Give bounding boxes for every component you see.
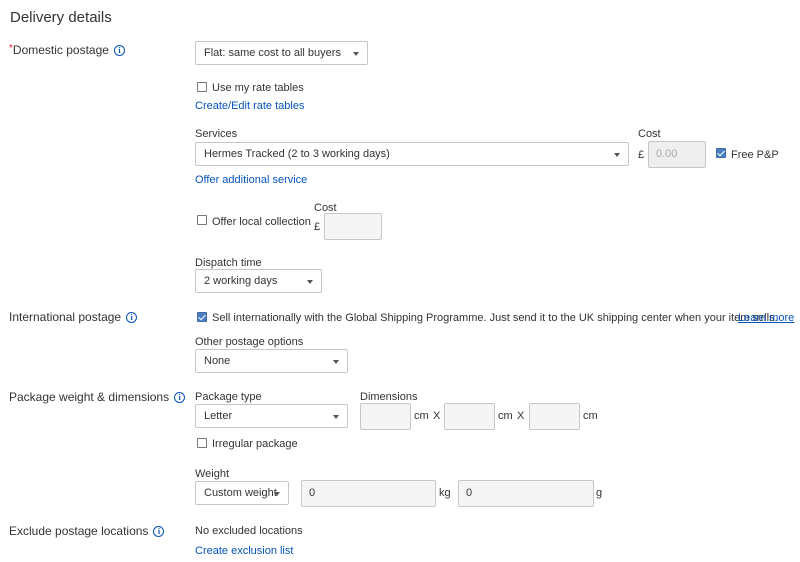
postage-type-select[interactable]: Flat: same cost to all buyers bbox=[195, 41, 368, 65]
unit-kg-label: kg bbox=[439, 487, 451, 499]
info-icon[interactable]: i bbox=[113, 45, 125, 56]
package-type-select[interactable]: Letter bbox=[195, 404, 348, 428]
dispatch-time-label: Dispatch time bbox=[195, 257, 262, 269]
use-rate-tables-label: Use my rate tables bbox=[212, 82, 304, 94]
currency-symbol: £ bbox=[638, 149, 645, 161]
other-postage-options-select[interactable]: None bbox=[195, 349, 348, 373]
unit-cm-label: cm bbox=[414, 410, 429, 422]
other-postage-options-label: Other postage options bbox=[195, 336, 304, 348]
create-exclusion-list-link[interactable]: Create exclusion list bbox=[195, 545, 293, 557]
local-cost-input[interactable] bbox=[324, 213, 382, 240]
unit-g-label: g bbox=[596, 487, 603, 499]
weight-type-value: Custom weight bbox=[204, 487, 277, 499]
global-shipping-text: Sell internationally with the Global Shi… bbox=[212, 312, 778, 324]
weight-type-select[interactable]: Custom weight bbox=[195, 481, 289, 505]
package-weight-dimensions-label: Package weight & dimensions i bbox=[9, 390, 186, 404]
chevron-down-icon bbox=[333, 360, 339, 364]
exclude-postage-locations-label: Exclude postage locations i bbox=[9, 524, 165, 538]
unit-cm-label: cm bbox=[498, 410, 513, 422]
chevron-down-icon bbox=[307, 280, 313, 284]
dimension-height-input[interactable] bbox=[529, 403, 580, 430]
dimensions-label: Dimensions bbox=[360, 391, 418, 403]
chevron-down-icon bbox=[614, 153, 620, 157]
local-collection-label: Offer local collection bbox=[212, 216, 311, 228]
excluded-locations-status: No excluded locations bbox=[195, 525, 303, 537]
local-currency-symbol: £ bbox=[314, 221, 321, 233]
irregular-package-label: Irregular package bbox=[212, 438, 298, 450]
dispatch-time-select[interactable]: 2 working days bbox=[195, 269, 322, 293]
weight-kg-input[interactable]: 0 bbox=[301, 480, 436, 507]
times-separator: X bbox=[517, 410, 525, 422]
info-icon[interactable]: i bbox=[174, 392, 186, 403]
services-label: Services bbox=[195, 128, 238, 140]
create-edit-rate-tables-link[interactable]: Create/Edit rate tables bbox=[195, 100, 304, 112]
service-select[interactable]: Hermes Tracked (2 to 3 working days) bbox=[195, 142, 629, 166]
offer-additional-service-link[interactable]: Offer additional service bbox=[195, 174, 307, 186]
other-postage-options-value: None bbox=[204, 355, 231, 367]
free-pp-checkbox[interactable] bbox=[716, 148, 726, 158]
international-postage-label-text: International postage bbox=[9, 310, 122, 324]
international-postage-label: International postage i bbox=[9, 310, 138, 324]
chevron-down-icon bbox=[333, 415, 339, 419]
free-pp-label: Free P&P bbox=[731, 149, 779, 161]
package-type-value: Letter bbox=[204, 410, 233, 422]
dimension-width-input[interactable] bbox=[444, 403, 495, 430]
dispatch-time-value: 2 working days bbox=[204, 275, 278, 287]
chevron-down-icon bbox=[274, 492, 280, 496]
chevron-down-icon bbox=[353, 52, 359, 56]
dimension-length-input[interactable] bbox=[360, 403, 411, 430]
info-icon[interactable]: i bbox=[126, 312, 138, 323]
package-type-label: Package type bbox=[195, 391, 262, 403]
unit-cm-label: cm bbox=[583, 410, 598, 422]
learn-more-link[interactable]: Learn more bbox=[738, 312, 794, 324]
global-shipping-checkbox[interactable] bbox=[197, 312, 207, 322]
irregular-package-checkbox[interactable] bbox=[197, 438, 207, 448]
domestic-postage-label: *Domestic postage i bbox=[9, 43, 125, 57]
section-title: Delivery details bbox=[10, 9, 112, 26]
times-separator: X bbox=[433, 410, 441, 422]
use-rate-tables-checkbox[interactable] bbox=[197, 82, 207, 92]
cost-label: Cost bbox=[638, 128, 661, 140]
domestic-postage-label-text: Domestic postage bbox=[12, 43, 109, 57]
info-icon[interactable]: i bbox=[153, 526, 165, 537]
exclude-postage-locations-label-text: Exclude postage locations bbox=[9, 524, 149, 538]
weight-label: Weight bbox=[195, 468, 230, 480]
cost-input[interactable]: 0.00 bbox=[648, 141, 706, 168]
postage-type-value: Flat: same cost to all buyers bbox=[204, 47, 341, 59]
service-value: Hermes Tracked (2 to 3 working days) bbox=[204, 148, 390, 160]
package-weight-dimensions-label-text: Package weight & dimensions bbox=[9, 390, 170, 404]
local-collection-checkbox[interactable] bbox=[197, 215, 207, 225]
weight-g-input[interactable]: 0 bbox=[458, 480, 594, 507]
